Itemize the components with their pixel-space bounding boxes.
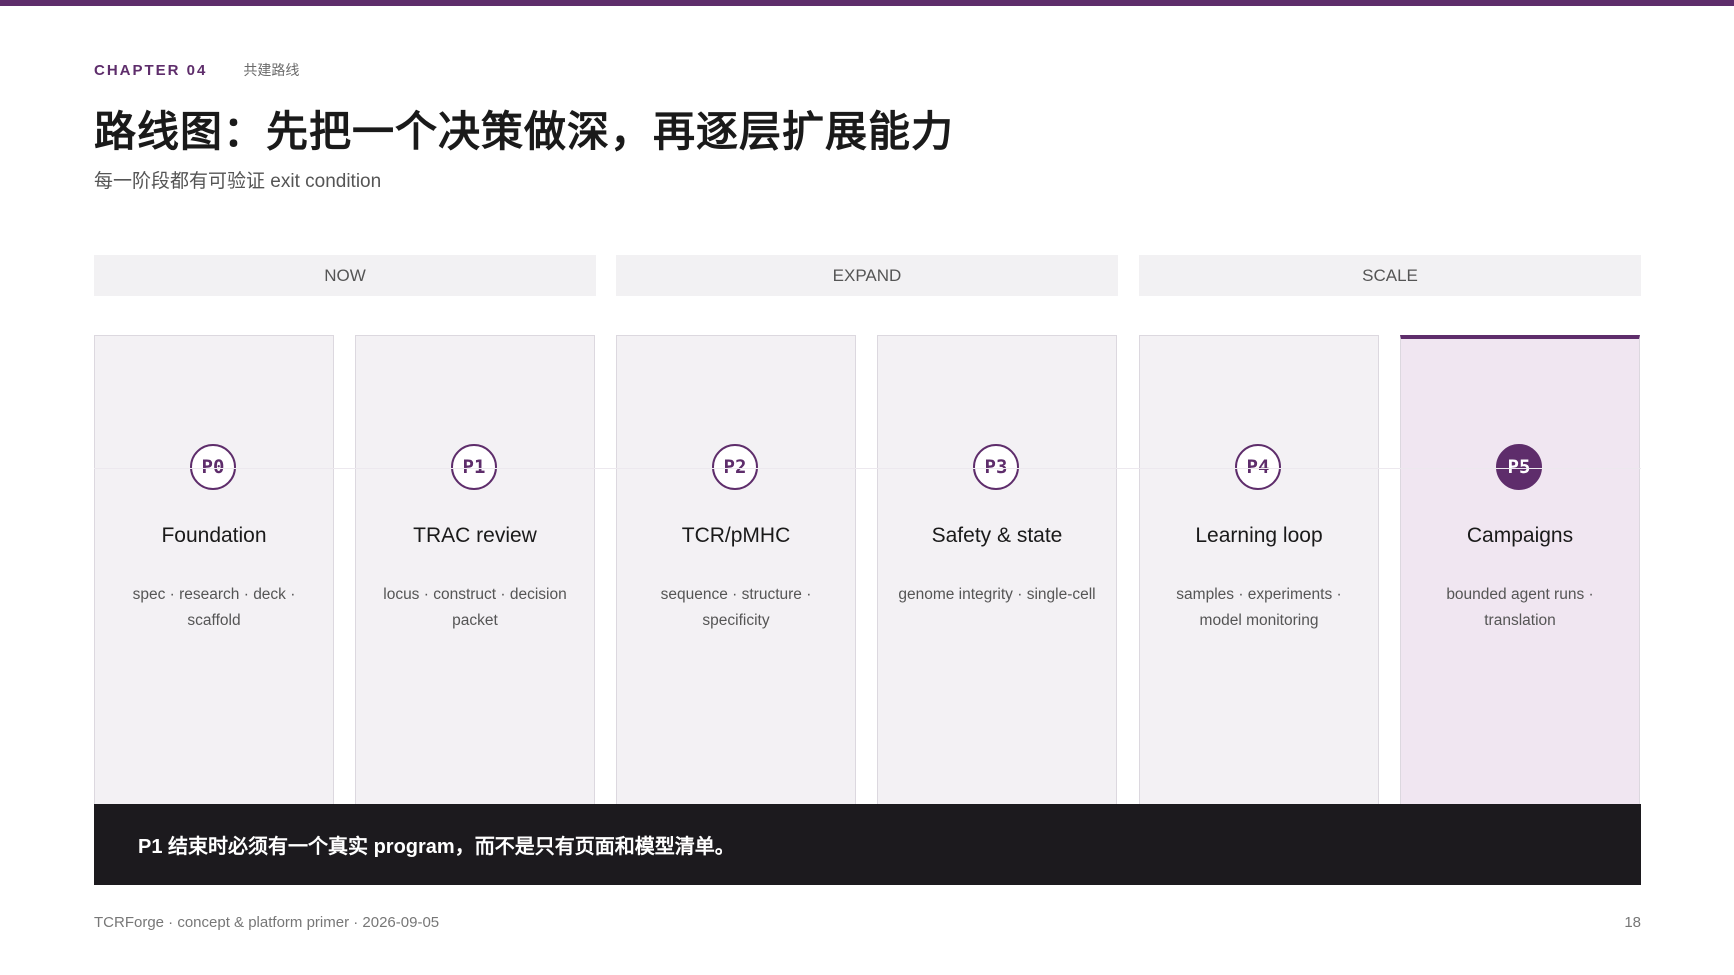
stage-card-p1: P1 TRAC review locus · construct · decis…: [355, 335, 595, 804]
stage-title: TCR/pMHC: [681, 524, 791, 547]
stage-card-p5: P5 Campaigns bounded agent runs · transl…: [1400, 335, 1640, 804]
page-number: 18: [1624, 914, 1641, 931]
stage-badge: P1: [451, 444, 497, 490]
footer-text: TCRForge · concept & platform primer · 2…: [94, 914, 440, 931]
top-accent-bar: [0, 0, 1734, 6]
chapter-label: CHAPTER 04: [94, 62, 208, 79]
phase-expand: EXPAND: [616, 255, 1118, 296]
callout-text: P1 结束时必须有一个真实 program，而不是只有页面和模型清单。: [138, 836, 735, 858]
stage-title: Foundation: [161, 524, 267, 547]
stage-badge: P4: [1235, 444, 1281, 490]
phase-scale: SCALE: [1139, 255, 1641, 296]
phase-now: NOW: [94, 255, 596, 296]
stage-badge: P5: [1496, 444, 1542, 490]
stage-title: Safety & state: [931, 524, 1063, 547]
slide-subtitle: 每一阶段都有可验证 exit condition: [94, 171, 382, 192]
stage-card-p2: P2 TCR/pMHC sequence · structure · speci…: [616, 335, 856, 804]
stage-badge: P3: [973, 444, 1019, 490]
stage-description: spec · research · deck · scaffold: [132, 586, 296, 629]
slide-title: 路线图：先把一个决策做深，再逐层扩展能力: [94, 108, 955, 155]
stage-description: bounded agent runs · translation: [1446, 586, 1594, 629]
stage-description: genome integrity · single-cell: [898, 586, 1096, 603]
stage-card-p4: P4 Learning loop samples · experiments ·…: [1139, 335, 1379, 804]
stage-description: locus · construct · decision packet: [383, 586, 567, 629]
stage-title: Campaigns: [1466, 524, 1574, 547]
stage-card-p0: P0 Foundation spec · research · deck · s…: [94, 335, 334, 804]
timeline-connector: [94, 468, 1641, 469]
stage-badge: P2: [712, 444, 758, 490]
stage-title: TRAC review: [413, 524, 537, 547]
callout-banner: P1 结束时必须有一个真实 program，而不是只有页面和模型清单。: [94, 804, 1641, 885]
chapter-header: CHAPTER 04 共建路线: [94, 60, 299, 80]
stage-description: sequence · structure · specificity: [660, 586, 812, 629]
stage-badge: P0: [190, 444, 236, 490]
chapter-subtitle: 共建路线: [243, 62, 300, 78]
stage-card-p3: P3 Safety & state genome integrity · sin…: [877, 335, 1117, 804]
stage-title: Learning loop: [1195, 524, 1323, 547]
stage-description: samples · experiments · model monitoring: [1176, 586, 1342, 629]
